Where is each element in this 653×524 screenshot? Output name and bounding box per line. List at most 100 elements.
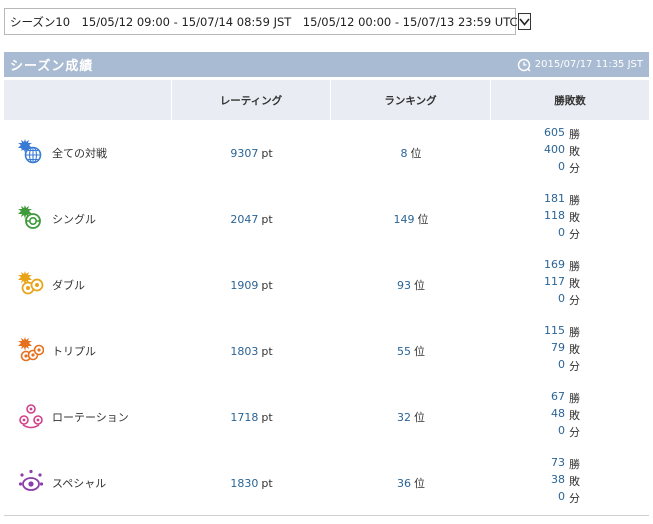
rating-unit: pt — [261, 278, 273, 292]
rank-value[interactable]: 36 — [397, 477, 411, 490]
rank-value[interactable]: 55 — [397, 345, 411, 358]
draws-value[interactable]: 0 — [558, 358, 565, 371]
wins-line: 605 勝 — [491, 126, 651, 143]
losses-value[interactable]: 48 — [551, 407, 565, 420]
row-label-special: スペシャル — [52, 477, 107, 490]
rating-cell: 1830 pt — [172, 450, 331, 516]
wins-unit: 勝 — [569, 194, 580, 207]
row-label-rotation: ローテーション — [52, 411, 129, 424]
wins-unit: 勝 — [569, 326, 580, 339]
rank-unit: 位 — [414, 279, 425, 292]
table-row: ダブル 1909 pt 93 位 169 勝 117 敗 0 分 — [4, 252, 649, 318]
losses-value[interactable]: 38 — [551, 473, 565, 486]
losses-line: 38 敗 — [491, 473, 651, 490]
rank-cell: 36 位 — [331, 450, 491, 516]
wins-unit: 勝 — [569, 392, 580, 405]
losses-line: 79 敗 — [491, 341, 651, 358]
rank-cell: 149 位 — [331, 186, 491, 252]
wins-line: 169 勝 — [491, 258, 651, 275]
rank-unit: 位 — [414, 477, 425, 490]
rating-cell: 1909 pt — [172, 252, 331, 318]
draws-line: 0分 — [491, 226, 651, 243]
draws-unit: 分 — [569, 426, 580, 439]
rank-unit: 位 — [410, 147, 422, 160]
record-cell: 605 勝 400 敗 0 分 — [491, 120, 651, 186]
row-label-double: ダブル — [52, 279, 85, 292]
losses-line: 117 敗 — [491, 275, 651, 292]
special-battle-icon — [18, 469, 44, 495]
page-title: シーズン成績 — [10, 59, 94, 74]
rating-cell: 1718 pt — [172, 384, 331, 450]
draws-unit: 分 — [569, 492, 580, 505]
wins-value[interactable]: 67 — [551, 390, 565, 403]
wins-value[interactable]: 115 — [544, 324, 565, 337]
table-bottom-border — [4, 515, 649, 516]
row-label-triple: トリプル — [52, 345, 96, 358]
wins-value[interactable]: 169 — [544, 258, 565, 271]
draws-line: 0分 — [491, 358, 651, 375]
rating-value[interactable]: 1803 — [230, 345, 258, 358]
losses-value[interactable]: 400 — [544, 143, 565, 156]
rating-cell: 9307 pt — [172, 120, 331, 186]
losses-value[interactable]: 79 — [551, 341, 565, 354]
losses-unit: 敗 — [569, 475, 580, 488]
wins-unit: 勝 — [569, 458, 580, 471]
rank-value[interactable]: 8 — [401, 147, 408, 160]
wins-value[interactable]: 181 — [544, 192, 565, 205]
rank-value[interactable]: 32 — [397, 411, 411, 424]
wins-line: 67 勝 — [491, 390, 651, 407]
rating-cell: 2047 pt — [172, 186, 331, 252]
draws-value[interactable]: 0 — [558, 160, 565, 173]
draws-unit: 分 — [569, 360, 580, 373]
wins-line: 115 勝 — [491, 324, 651, 341]
draws-unit: 分 — [569, 162, 580, 175]
chevron-down-icon[interactable] — [517, 13, 531, 30]
rank-value[interactable]: 93 — [397, 279, 411, 292]
losses-unit: 敗 — [569, 343, 580, 356]
draws-line: 0分 — [491, 490, 651, 507]
losses-unit: 敗 — [569, 277, 580, 290]
wins-unit: 勝 — [569, 128, 580, 141]
rating-value[interactable]: 1830 — [230, 477, 258, 490]
losses-line: 48 敗 — [491, 407, 651, 424]
record-cell: 181 勝 118 敗 0 分 — [491, 186, 651, 252]
column-headers: レーティング ランキング 勝敗数 — [4, 80, 649, 120]
rank-unit: 位 — [414, 345, 425, 358]
rating-value[interactable]: 1909 — [230, 279, 258, 292]
draws-value[interactable]: 0 — [558, 292, 565, 305]
record-cell: 67 勝 48 敗 0 分 — [491, 384, 651, 450]
row-label-single: シングル — [52, 213, 96, 226]
rating-unit: pt — [261, 212, 273, 226]
draws-value[interactable]: 0 — [558, 424, 565, 437]
season-results-header: シーズン成績 2015/07/17 11:35 JST — [4, 52, 649, 77]
column-header-category — [4, 80, 172, 120]
losses-value[interactable]: 118 — [544, 209, 565, 222]
rating-cell: 1803 pt — [172, 318, 331, 384]
draws-line: 0分 — [491, 292, 651, 309]
column-header-ranking: ランキング — [331, 80, 491, 120]
column-header-record: 勝敗数 — [491, 80, 649, 120]
double-battle-icon — [18, 271, 44, 297]
rating-value[interactable]: 1718 — [230, 411, 258, 424]
draws-value[interactable]: 0 — [558, 226, 565, 239]
draws-line: 0分 — [491, 160, 651, 177]
losses-value[interactable]: 117 — [544, 275, 565, 288]
wins-value[interactable]: 73 — [551, 456, 565, 469]
draws-unit: 分 — [569, 294, 580, 307]
wins-value[interactable]: 605 — [544, 126, 565, 139]
single-battle-icon — [18, 205, 44, 231]
season-select[interactable]: シーズン10 15/05/12 09:00 - 15/07/14 08:59 J… — [4, 8, 531, 35]
table-row: 全ての対戦 9307 pt 8 位 605 勝 400 敗 0 分 — [4, 120, 649, 186]
rank-value[interactable]: 149 — [394, 213, 415, 226]
rating-value[interactable]: 2047 — [230, 213, 258, 226]
draws-unit: 分 — [569, 228, 580, 241]
rating-value[interactable]: 9307 — [230, 147, 258, 160]
losses-unit: 敗 — [569, 145, 580, 158]
draws-value[interactable]: 0 — [558, 490, 565, 503]
rating-unit: pt — [261, 344, 273, 358]
losses-unit: 敗 — [569, 409, 580, 422]
losses-line: 400 敗 — [491, 143, 651, 160]
globe-icon — [18, 139, 44, 165]
rank-unit: 位 — [414, 411, 425, 424]
rank-unit: 位 — [417, 213, 429, 226]
